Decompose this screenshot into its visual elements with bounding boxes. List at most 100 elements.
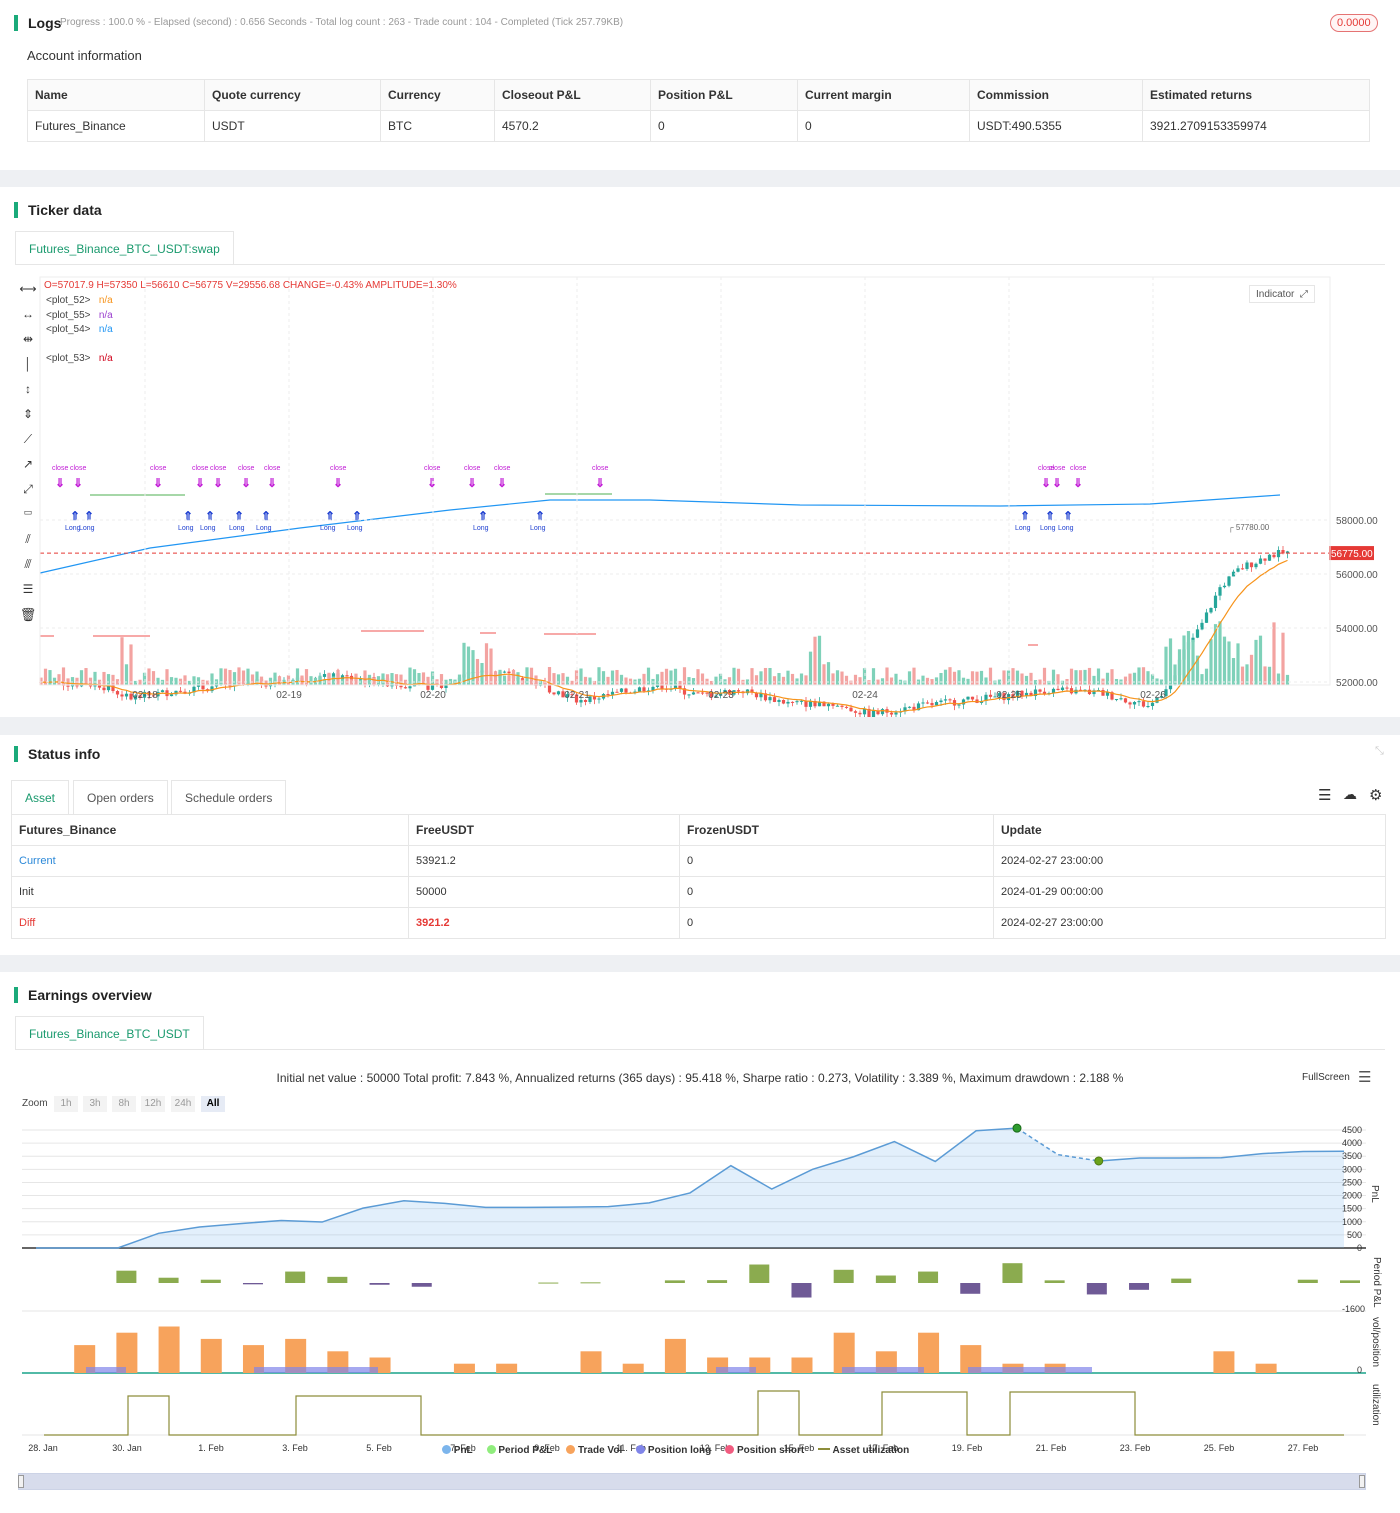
long-entry-label: Long bbox=[79, 525, 95, 532]
volume-bar bbox=[259, 676, 264, 685]
candle-body bbox=[421, 681, 426, 683]
candle-body bbox=[1155, 697, 1159, 703]
tab-ticker-symbol[interactable]: Futures_Binance_BTC_USDT:swap bbox=[15, 231, 234, 265]
volume-bar bbox=[412, 669, 417, 685]
volume-bar bbox=[309, 676, 313, 685]
candlestick-chart[interactable]: 56775.00┌ 57780.00└ 50512.70⇑Long⇑Long⇑L… bbox=[0, 187, 1400, 717]
tab-schedule-orders[interactable]: Schedule orders bbox=[171, 780, 287, 814]
candle-body bbox=[732, 690, 736, 695]
legend-plot-54: <plot_54> n/a bbox=[46, 323, 113, 338]
long-entry-arrow-icon: ⇑ bbox=[352, 509, 362, 523]
settings-gear-icon[interactable]: ⚙ bbox=[1369, 786, 1382, 804]
volume-bar bbox=[799, 673, 804, 685]
close-exit-arrow-icon: ⇓ bbox=[427, 476, 437, 490]
price-range-tool-icon[interactable]: ▭ bbox=[18, 507, 38, 532]
vertical-segment-tool-icon[interactable]: ↕ bbox=[18, 382, 38, 407]
row-current-frozen: 0 bbox=[679, 845, 994, 877]
navigator-handle-right[interactable] bbox=[1359, 1475, 1365, 1488]
volume-bar bbox=[201, 679, 205, 685]
cloud-download-icon[interactable]: ☁ bbox=[1343, 786, 1357, 803]
horizontal-line-tool-icon[interactable]: ⟷ bbox=[18, 282, 38, 307]
candle-body bbox=[988, 694, 993, 697]
volume-bar bbox=[669, 670, 673, 685]
candle-body bbox=[151, 695, 156, 697]
candle-body bbox=[462, 674, 466, 678]
volume-bar bbox=[1042, 667, 1047, 685]
position-long-strip bbox=[254, 1367, 378, 1373]
indicator-button[interactable]: Indicator ⤢ bbox=[1249, 285, 1315, 303]
horizontal-levels-tool-icon[interactable]: ☰ bbox=[18, 582, 38, 607]
list-view-icon[interactable]: ☰ bbox=[1318, 786, 1331, 804]
volume-bar bbox=[340, 679, 345, 685]
volume-bar bbox=[219, 668, 223, 685]
candle-body bbox=[970, 696, 975, 700]
volume-bar bbox=[426, 676, 430, 685]
long-entry-label: Long bbox=[1015, 525, 1031, 532]
volume-bar bbox=[241, 670, 246, 685]
earnings-chart[interactable]: 4500 4000 3500 3000 2500 2000 1500 1000 500 0 PnL -… bbox=[0, 972, 1400, 1513]
legend-period-pnl[interactable]: Period P&L bbox=[486, 1445, 552, 1456]
volume-bar bbox=[804, 675, 808, 685]
parallel-channel-tool-icon[interactable]: ⫽ bbox=[18, 532, 38, 557]
vertical-ray-tool-icon[interactable]: ⇕ bbox=[18, 407, 38, 432]
trash-icon[interactable]: 🗑 bbox=[18, 607, 38, 632]
tab-open-orders[interactable]: Open orders bbox=[73, 780, 168, 814]
volume-bar bbox=[61, 667, 66, 685]
navigator-handle-left[interactable] bbox=[18, 1475, 24, 1488]
candle-body bbox=[475, 672, 480, 674]
long-entry-label: Long bbox=[1040, 525, 1056, 532]
date-tick-label: 02-18 bbox=[132, 690, 158, 701]
candle-body bbox=[1204, 612, 1209, 623]
arrow-tool-icon[interactable]: ⤢ bbox=[18, 482, 38, 507]
collapse-icon[interactable]: ⤡ bbox=[1375, 745, 1384, 758]
fib-tool-icon[interactable]: ⫻ bbox=[18, 557, 38, 582]
pnl-area bbox=[36, 1128, 1344, 1248]
volume-bar bbox=[1065, 678, 1069, 685]
volume-bar bbox=[160, 679, 165, 685]
candle-body bbox=[1114, 699, 1119, 701]
tab-asset[interactable]: Asset bbox=[11, 780, 70, 814]
volume-bar bbox=[1002, 670, 1006, 685]
ray-tool-icon[interactable]: ↗ bbox=[18, 457, 38, 482]
candle-body bbox=[1186, 642, 1191, 650]
trend-line-tool-icon[interactable]: ⟋ bbox=[18, 432, 38, 457]
legend-asset-utilization[interactable]: Asset utilization bbox=[818, 1445, 909, 1456]
horizontal-ray-tool-icon[interactable]: ↔ bbox=[18, 307, 38, 332]
candle-body bbox=[754, 692, 759, 698]
volume-bar bbox=[1011, 668, 1015, 685]
legend-trade-vol[interactable]: Trade Vol bbox=[566, 1445, 622, 1456]
legend-position-long[interactable]: Position long bbox=[636, 1445, 711, 1456]
period-pnl-bar bbox=[1340, 1280, 1360, 1283]
candle-body bbox=[1150, 702, 1155, 707]
trade-vol-bar bbox=[833, 1332, 855, 1373]
candle-body bbox=[502, 671, 507, 673]
volume-bar bbox=[84, 668, 88, 685]
candle-body bbox=[435, 683, 439, 686]
candle-body bbox=[1276, 550, 1281, 558]
extended-line-tool-icon[interactable]: ⇹ bbox=[18, 332, 38, 357]
volume-bar bbox=[331, 676, 336, 685]
candle-body bbox=[948, 699, 952, 701]
cell-position-pnl: 0 bbox=[650, 110, 798, 142]
volume-bar bbox=[147, 668, 151, 685]
candle-body bbox=[394, 684, 399, 686]
legend-position-short[interactable]: Position short bbox=[725, 1445, 804, 1456]
volume-bar bbox=[772, 676, 777, 685]
row-current-update: 2024-02-27 23:00:00 bbox=[993, 845, 1386, 877]
drawing-toolbar: ⟷ ↔ ⇹ │ ↕ ⇕ ⟋ ↗ ⤢ ▭ ⫽ ⫻ ☰ 🗑 bbox=[18, 282, 38, 632]
legend-pnl[interactable]: PnL bbox=[442, 1445, 473, 1456]
candle-body bbox=[1033, 689, 1038, 697]
expand-icon[interactable]: ⤢ bbox=[1300, 289, 1308, 300]
candle-body bbox=[1258, 558, 1263, 564]
long-entry-label: Long bbox=[200, 525, 216, 532]
vertical-line-tool-icon[interactable]: │ bbox=[18, 357, 38, 382]
candle-body bbox=[1038, 689, 1042, 692]
candle-body bbox=[1164, 689, 1168, 696]
volume-bar bbox=[718, 673, 723, 685]
volume-bar bbox=[552, 673, 556, 685]
volume-bar bbox=[192, 676, 196, 685]
candle-body bbox=[1159, 695, 1164, 698]
volume-bar bbox=[561, 673, 565, 685]
candle-body bbox=[894, 712, 898, 715]
navigator-scrollbar[interactable] bbox=[18, 1473, 1366, 1490]
